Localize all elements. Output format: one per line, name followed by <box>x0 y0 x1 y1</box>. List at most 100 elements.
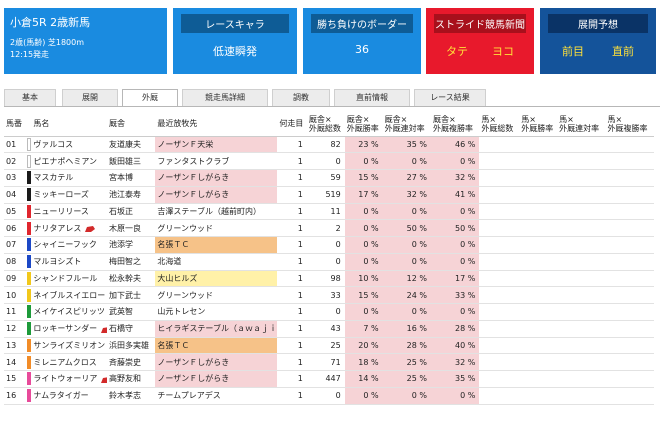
table-row: 13 サンライズミリオン 浜田多実雄 名張ＴＣ 1 25 20 % 28 % 40 % <box>4 337 654 355</box>
horse-win-cell <box>519 320 558 338</box>
umaban-cell: 02 <box>4 152 28 170</box>
horse-name[interactable]: ライトウォーリア <box>33 374 97 383</box>
tab-just-before[interactable]: 直前情報 <box>334 89 410 106</box>
horse-fuku-cell <box>605 303 654 321</box>
horse-name[interactable]: ニューリリース <box>33 207 89 216</box>
horse-name[interactable]: マスカテル <box>33 173 73 182</box>
run-count-cell: 1 <box>277 353 307 371</box>
umaban-cell: 10 <box>4 286 28 304</box>
horse-total-cell <box>479 152 520 170</box>
umaban-cell: 14 <box>4 353 28 371</box>
horse-total-cell <box>479 253 520 271</box>
waku-color-cell <box>27 370 32 388</box>
farm-cell: ノーザンＦしがらき <box>155 186 278 204</box>
waku-color-cell <box>27 152 32 170</box>
col-umaban: 馬番 <box>4 112 28 137</box>
horse-name-cell: ナリタアレス <box>31 219 108 237</box>
farm-cell: チームプレアデス <box>155 387 278 405</box>
horse-name[interactable]: ネイブルスイエロー <box>33 291 105 300</box>
horse-name[interactable]: ナリタアレス <box>33 224 81 233</box>
stable-win-cell: 15 % <box>344 286 383 304</box>
stride-tate: タテ <box>446 45 468 58</box>
tab-horse-detail[interactable]: 競走馬詳細 <box>182 89 268 106</box>
horse-fuku-cell <box>605 152 654 170</box>
trainer-cell: 池添学 <box>107 236 156 254</box>
horse-name-cell: ピエナポヘミアン <box>31 152 108 170</box>
waku-color-cell <box>27 353 32 371</box>
stable-win-cell: 0 % <box>344 219 383 237</box>
stable-win-cell: 10 % <box>344 270 383 288</box>
trainer-cell: 木原一良 <box>107 219 156 237</box>
stable-fuku-cell: 41 % <box>430 186 480 204</box>
stable-total-cell: 25 <box>306 337 345 355</box>
waku-color-cell <box>27 136 32 154</box>
stable-fuku-cell: 33 % <box>430 286 480 304</box>
umaban-cell: 16 <box>4 387 28 405</box>
horse-fuku-cell <box>605 387 654 405</box>
horse-name-cell: ニューリリース <box>31 203 108 221</box>
horse-win-cell <box>519 370 558 388</box>
race-header: 小倉5R 2歳新馬 2歳(馬齢) 芝1800m 12:15発走 レースキャラ 低… <box>0 0 660 78</box>
stable-ren-cell: 24 % <box>382 286 431 304</box>
horse-name[interactable]: ロッキーサンダー <box>33 324 97 333</box>
horse-ren-cell <box>557 186 606 204</box>
stable-ren-cell: 0 % <box>382 236 431 254</box>
waku-color-cell <box>27 253 32 271</box>
horse-ren-cell <box>557 253 606 271</box>
table-row: 06 ナリタアレス 木原一良 グリーンウッド 1 2 0 % 50 % 50 % <box>4 219 654 237</box>
stable-win-cell: 14 % <box>344 370 383 388</box>
horse-win-cell <box>519 236 558 254</box>
umaban-cell: 13 <box>4 337 28 355</box>
stable-total-cell: 0 <box>306 253 345 271</box>
waku-color-cell <box>27 387 32 405</box>
col-horse-ren: 馬× 外厩連対率 <box>557 112 606 137</box>
umaban-cell: 09 <box>4 270 28 288</box>
tenkai-card: 展開予想 前目 直前 <box>540 8 656 74</box>
tab-bar: 基本 展開 外厩 競走馬詳細 調教 直前情報 レース結果 <box>4 89 660 106</box>
horse-name[interactable]: サンライズミリオン <box>33 341 105 350</box>
stable-fuku-cell: 0 % <box>430 203 480 221</box>
umaban-cell: 01 <box>4 136 28 154</box>
tab-gaikyu[interactable]: 外厩 <box>122 89 178 106</box>
horse-name[interactable]: シャンドフルール <box>33 274 97 283</box>
stable-fuku-cell: 46 % <box>430 136 480 154</box>
horse-name[interactable]: メイケイスピリッツ <box>33 307 105 316</box>
stable-fuku-cell: 35 % <box>430 370 480 388</box>
waku-color-bar <box>27 137 32 151</box>
horse-name[interactable]: ピエナポヘミアン <box>33 157 97 166</box>
umaban-cell: 06 <box>4 219 28 237</box>
horse-win-cell <box>519 270 558 288</box>
tab-kihon[interactable]: 基本 <box>4 89 56 106</box>
run-count-cell: 1 <box>277 387 307 405</box>
tab-tenkai[interactable]: 展開 <box>62 89 118 106</box>
farm-cell: ノーザンＦしがらき <box>155 169 278 187</box>
waku-color-cell <box>27 320 32 338</box>
tab-results[interactable]: レース結果 <box>414 89 486 106</box>
horse-fuku-cell <box>605 169 654 187</box>
table-row: 04 ミッキーローズ 池江泰寿 ノーザンＦしがらき 1 519 17 % 32 % 41 % <box>4 186 654 204</box>
horse-fuku-cell <box>605 253 654 271</box>
horse-name[interactable]: シャイニーフック <box>33 240 97 249</box>
horse-name[interactable]: マルヨシズト <box>33 257 81 266</box>
table-header-row: 馬番 馬名 厩舎 最近放牧先 何走目 厩舎× 外厩総数 厩舎× 外厩勝率 厩舎×… <box>4 112 654 137</box>
border-label: 勝ち負けのボーダー <box>311 14 413 33</box>
stride-yoko: ヨコ <box>492 45 514 58</box>
horse-name[interactable]: ミレニアムクロス <box>33 358 96 367</box>
horse-name-cell: マルヨシズト <box>31 253 108 271</box>
col-trainer: 厩舎 <box>107 112 156 137</box>
horse-name[interactable]: ナムラタイガー <box>33 391 88 400</box>
waku-color-bar <box>27 288 32 302</box>
horse-name[interactable]: ヴァルコス <box>33 140 73 149</box>
farm-cell: ファンタストクラブ <box>155 152 278 170</box>
stable-fuku-cell: 50 % <box>430 219 480 237</box>
horse-ren-cell <box>557 152 606 170</box>
horse-name[interactable]: ミッキーローズ <box>33 190 89 199</box>
tab-training[interactable]: 調教 <box>272 89 330 106</box>
run-count-cell: 1 <box>277 253 307 271</box>
stable-ren-cell: 0 % <box>382 203 431 221</box>
horse-ren-cell <box>557 270 606 288</box>
horse-ren-cell <box>557 320 606 338</box>
horse-name-cell: ライトウォーリア <box>31 370 108 388</box>
waku-color-cell <box>27 270 32 288</box>
horse-win-cell <box>519 337 558 355</box>
